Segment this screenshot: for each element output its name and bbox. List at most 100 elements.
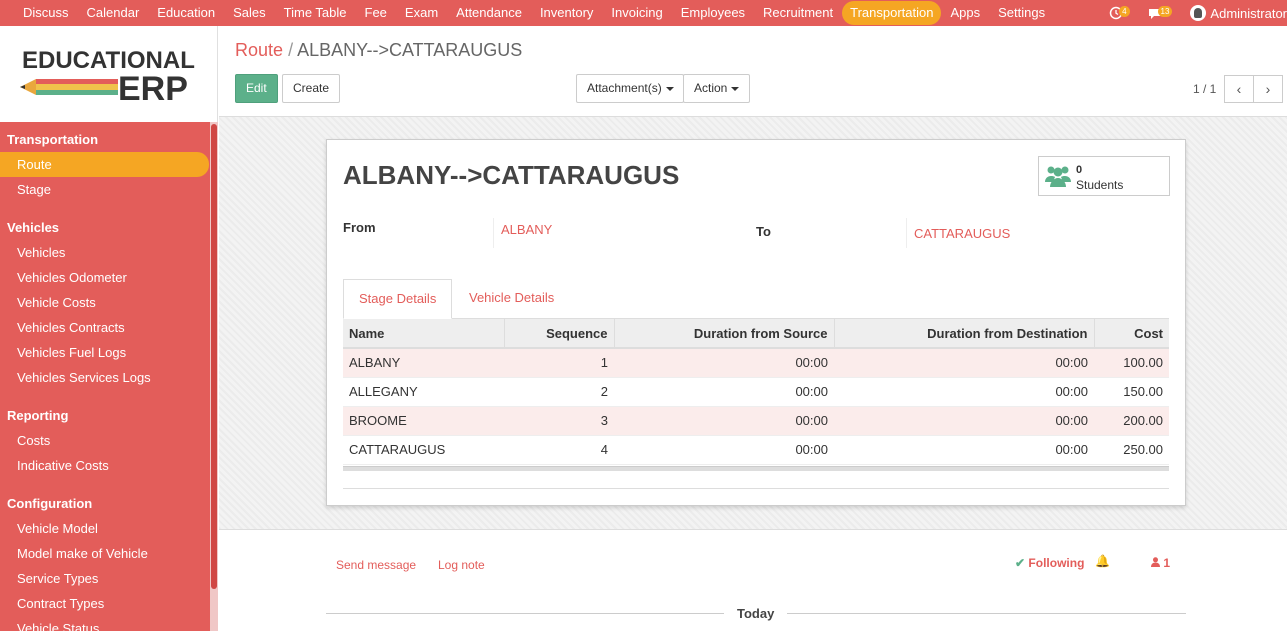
column-header-cost[interactable]: Cost [1094, 319, 1169, 349]
educational-erp-logo[interactable]: EDUCATIONAL ERP [0, 26, 218, 122]
to-label: To [756, 224, 771, 239]
table-row[interactable]: ALBANY 1 00:00 00:00 100.00 [343, 348, 1169, 378]
cell-sequence: 2 [504, 377, 614, 407]
table-row[interactable]: BROOME 3 00:00 00:00 200.00 [343, 406, 1169, 436]
sidebar-scrollbar-thumb[interactable] [211, 124, 217, 589]
bell-icon[interactable]: 🔔 [1095, 554, 1110, 568]
students-label: Students [1076, 178, 1124, 192]
column-header-duration-destination[interactable]: Duration from Destination [834, 319, 1095, 349]
check-icon: ✔ [1015, 556, 1026, 570]
create-button[interactable]: Create [282, 74, 341, 103]
sidebar-item-vehicles[interactable]: Vehicles [0, 240, 218, 265]
pager-next-button[interactable]: › [1253, 75, 1283, 103]
sidebar-item-vehicles-services-logs[interactable]: Vehicles Services Logs [0, 365, 218, 390]
today-divider-right [787, 613, 1186, 614]
sidebar-section-vehicles[interactable]: Vehicles [0, 215, 218, 240]
logo-area: EDUCATIONAL ERP [0, 26, 218, 122]
tab-stage-details[interactable]: Stage Details [343, 279, 453, 319]
attachments-dropdown[interactable]: Attachment(s) [576, 74, 684, 103]
students-count: 0 [1076, 164, 1083, 176]
followers-button[interactable]: 1 [1151, 556, 1170, 570]
students-stat-button[interactable]: 0 Students [1038, 156, 1170, 196]
topnav-attendance[interactable]: Attendance [447, 1, 531, 25]
topnav-education[interactable]: Education [148, 1, 224, 25]
to-field[interactable]: CATTARAUGUS [906, 218, 1146, 248]
sidebar-item-service-types[interactable]: Service Types [0, 566, 218, 591]
sidebar-item-costs[interactable]: Costs [0, 428, 218, 453]
pager-value[interactable]: 1 / 1 [1193, 82, 1216, 96]
cell-name: BROOME [343, 406, 504, 436]
from-field[interactable]: ALBANY [493, 218, 733, 248]
cell-cost: 100.00 [1094, 348, 1169, 378]
topnav-exam[interactable]: Exam [396, 1, 447, 25]
chevron-right-icon: › [1265, 81, 1271, 97]
breadcrumb-parent[interactable]: Route [235, 40, 283, 60]
column-header-sequence[interactable]: Sequence [504, 319, 615, 349]
topnav-settings[interactable]: Settings [989, 1, 1054, 25]
table-row[interactable]: ALLEGANY 2 00:00 00:00 150.00 [343, 377, 1169, 407]
svg-text:ERP: ERP [118, 70, 188, 108]
tab-vehicle-details[interactable]: Vehicle Details [454, 279, 569, 319]
action-dropdown[interactable]: Action [683, 74, 750, 103]
topnav-recruitment[interactable]: Recruitment [754, 1, 842, 25]
column-header-name[interactable]: Name [343, 319, 505, 349]
cell-duration-destination: 00:00 [834, 435, 1094, 465]
today-label: Today [737, 606, 775, 621]
following-button[interactable]: ✔ Following [1015, 556, 1084, 570]
log-note-link[interactable]: Log note [438, 558, 485, 572]
sidebar-item-route[interactable]: Route [0, 152, 209, 177]
topnav-employees[interactable]: Employees [672, 1, 754, 25]
cell-cost: 250.00 [1094, 435, 1169, 465]
breadcrumb-separator: / [288, 40, 294, 60]
sidebar-item-vehicles-odometer[interactable]: Vehicles Odometer [0, 265, 218, 290]
topnav-invoicing[interactable]: Invoicing [602, 1, 671, 25]
cell-cost: 200.00 [1094, 406, 1169, 436]
cell-sequence: 4 [504, 435, 614, 465]
topnav-transportation[interactable]: Transportation [842, 1, 942, 25]
cell-sequence: 1 [504, 348, 614, 378]
sidebar-item-vehicle-status[interactable]: Vehicle Status [0, 616, 218, 631]
sidebar-item-stage[interactable]: Stage [0, 177, 218, 202]
activity-count-badge: 4 [1119, 5, 1130, 17]
sidebar-item-vehicles-fuel-logs[interactable]: Vehicles Fuel Logs [0, 340, 218, 365]
cell-name: ALLEGANY [343, 377, 504, 407]
topnav-fee[interactable]: Fee [356, 1, 396, 25]
messages-button[interactable]: 13 [1148, 5, 1173, 20]
table-row[interactable]: CATTARAUGUS 4 00:00 00:00 250.00 [343, 435, 1169, 465]
top-navbar: Discuss Calendar Education Sales Time Ta… [0, 0, 1287, 26]
cell-duration-source: 00:00 [614, 348, 834, 378]
user-avatar[interactable] [1190, 5, 1207, 21]
message-count-badge: 13 [1157, 5, 1173, 17]
action-label: Action [694, 81, 728, 95]
followers-count: 1 [1163, 556, 1171, 570]
sidebar-item-contract-types[interactable]: Contract Types [0, 591, 218, 616]
user-name[interactable]: Administrator [1210, 6, 1287, 21]
record-title: ALBANY-->CATTARAUGUS [343, 160, 680, 190]
pager-previous-button[interactable]: ‹ [1224, 75, 1254, 103]
topnav-time-table[interactable]: Time Table [275, 1, 356, 25]
edit-button[interactable]: Edit [235, 74, 278, 103]
send-message-link[interactable]: Send message [336, 558, 416, 572]
sidebar-section-reporting[interactable]: Reporting [0, 403, 218, 428]
topnav-apps[interactable]: Apps [941, 1, 989, 25]
topnav-sales[interactable]: Sales [224, 1, 275, 25]
caret-down-icon [731, 86, 740, 91]
sidebar-item-vehicle-model[interactable]: Vehicle Model [0, 516, 218, 541]
topnav-discuss[interactable]: Discuss [14, 1, 78, 25]
sidebar-section-configuration[interactable]: Configuration [0, 491, 218, 516]
sidebar-scrollbar[interactable] [210, 122, 218, 631]
cell-duration-source: 00:00 [614, 435, 834, 465]
user-icon [1151, 557, 1160, 567]
cell-sequence: 3 [504, 406, 614, 436]
sidebar-section-transportation[interactable]: Transportation [0, 127, 218, 152]
topnav-inventory[interactable]: Inventory [531, 1, 602, 25]
sidebar-item-model-make[interactable]: Model make of Vehicle [0, 541, 218, 566]
sidebar-item-vehicles-contracts[interactable]: Vehicles Contracts [0, 315, 218, 340]
table-footer [343, 466, 1169, 471]
sidebar-item-vehicle-costs[interactable]: Vehicle Costs [0, 290, 218, 315]
activity-button[interactable]: 4 [1109, 5, 1130, 20]
notebook-tabs: Stage Details Vehicle Details [343, 279, 1169, 319]
column-header-duration-source[interactable]: Duration from Source [614, 319, 835, 349]
sidebar-item-indicative-costs[interactable]: Indicative Costs [0, 453, 218, 478]
topnav-calendar[interactable]: Calendar [78, 1, 149, 25]
